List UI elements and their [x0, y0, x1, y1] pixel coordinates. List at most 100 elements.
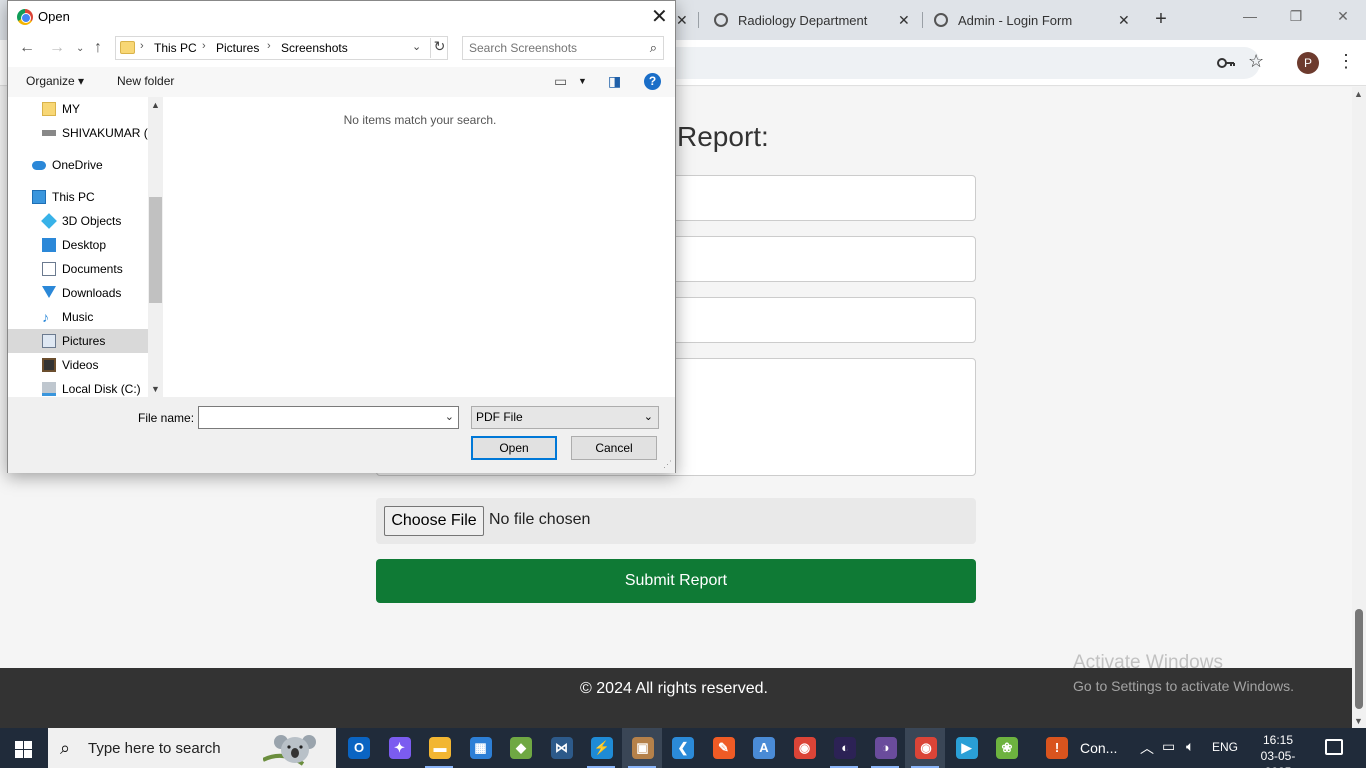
taskbar-app-mysql-workbench[interactable]: ⋈ — [541, 728, 581, 768]
tab-admin-login[interactable]: Admin - Login Form ✕ — [934, 0, 1134, 40]
chevron-right-icon[interactable]: › — [267, 40, 271, 52]
nav-item-this-pc[interactable]: This PC — [8, 185, 148, 209]
tab-radiology[interactable]: Radiology Department ✕ — [714, 0, 914, 40]
scroll-up-arrow-icon[interactable]: ▲ — [1354, 89, 1363, 99]
nav-item-music[interactable]: ♪ Music — [8, 305, 148, 329]
restore-button[interactable]: ❐ — [1286, 8, 1306, 30]
network-icon[interactable]: ▭ — [1162, 738, 1175, 755]
dialog-file-list[interactable]: No items match your search. — [165, 97, 675, 397]
nav-pane-scrollbar[interactable]: ▲ ▼ — [148, 97, 163, 397]
chevron-down-icon[interactable]: ⌄ — [445, 410, 454, 423]
file-type-select[interactable]: PDF File ⌄ — [471, 406, 659, 429]
nav-item-desktop[interactable]: Desktop — [8, 233, 148, 257]
taskbar-app-copilot[interactable]: ✦ — [379, 728, 419, 768]
nav-item-local-disk-c[interactable]: Local Disk (C:) — [8, 377, 148, 397]
chevron-down-icon[interactable]: ⌄ — [412, 40, 421, 53]
clock-time: 16:15 — [1262, 733, 1294, 747]
scroll-down-arrow-icon[interactable]: ▼ — [151, 384, 160, 394]
taskbar-app-spring[interactable]: ❀ — [986, 728, 1026, 768]
page-scrollbar[interactable]: ▲ ▼ — [1352, 87, 1366, 728]
start-button[interactable] — [0, 728, 48, 768]
close-icon[interactable]: ✕ — [1118, 12, 1130, 29]
nav-item-downloads[interactable]: Downloads — [8, 281, 148, 305]
taskbar-app-eclipse[interactable]: ◐ — [824, 728, 864, 768]
browser-menu-icon[interactable]: ⋮ — [1337, 50, 1355, 72]
file-name-field[interactable]: ⌄ — [198, 406, 459, 429]
cancel-button[interactable]: Cancel — [571, 436, 657, 460]
taskbar-app-eclipse-purple[interactable]: ◑ — [865, 728, 905, 768]
taskbar-app-android-studio[interactable]: A — [743, 728, 783, 768]
taskbar-app-git[interactable]: ◆ — [500, 728, 540, 768]
dialog-search-box[interactable]: ⌕ — [462, 36, 664, 60]
new-folder-button[interactable]: New folder — [117, 74, 174, 88]
taskbar-app-store[interactable]: ▦ — [460, 728, 500, 768]
open-button[interactable]: Open — [471, 436, 557, 460]
language-indicator[interactable]: ENG — [1212, 740, 1238, 754]
minimize-button[interactable]: — — [1240, 8, 1260, 30]
search-input[interactable] — [469, 40, 639, 56]
taskbar-app-chrome-profile[interactable]: ◉ — [905, 728, 945, 768]
close-icon[interactable]: ✕ — [676, 12, 688, 29]
close-icon[interactable]: ✕ — [898, 12, 910, 29]
taskbar-app-postman[interactable]: ✎ — [703, 728, 743, 768]
view-options-icon[interactable]: ▭ — [554, 73, 567, 90]
refresh-icon[interactable]: ↻ — [430, 38, 448, 58]
dialog-address-bar[interactable]: › This PC › Pictures › Screenshots ⌄ ↻ — [115, 36, 448, 60]
nav-item-shivakumar-h[interactable]: SHIVAKUMAR (H — [8, 121, 148, 145]
scroll-up-arrow-icon[interactable]: ▲ — [151, 100, 160, 110]
chevron-right-icon[interactable]: › — [202, 40, 206, 52]
clock-date: 03-05-2025 — [1260, 749, 1296, 768]
nav-item-3d-objects[interactable]: 3D Objects — [8, 209, 148, 233]
tab-title: Admin - Login Form — [958, 12, 1073, 28]
up-arrow-icon[interactable]: ↑ — [94, 39, 102, 57]
show-hidden-icons-chevron-icon[interactable]: ︿ — [1140, 738, 1154, 758]
taskbar-search[interactable]: ⌕ Type here to search — [48, 728, 336, 768]
taskbar-app-media-player[interactable]: ▶ — [946, 728, 986, 768]
nav-item-videos[interactable]: Videos — [8, 353, 148, 377]
file-name-input[interactable] — [202, 410, 432, 425]
preview-pane-icon[interactable]: ◨ — [608, 73, 621, 90]
breadcrumb-this-pc[interactable]: This PC — [154, 41, 197, 55]
password-key-icon[interactable] — [1216, 53, 1236, 73]
submit-report-button[interactable]: Submit Report — [376, 559, 976, 603]
store-icon: ▦ — [469, 737, 492, 759]
taskbar-running-app[interactable]: ! Con... — [1040, 728, 1120, 768]
taskbar-app-outlook[interactable]: O — [338, 728, 378, 768]
taskbar-app-package[interactable]: ▣ — [621, 728, 662, 768]
dialog-footer: File name: ⌄ PDF File ⌄ Open Cancel ⋰ — [8, 397, 675, 473]
scroll-down-arrow-icon[interactable]: ▼ — [1354, 716, 1363, 726]
scrollbar-thumb[interactable] — [149, 197, 162, 303]
breadcrumb-pictures[interactable]: Pictures — [216, 41, 259, 55]
nav-item-documents[interactable]: Documents — [8, 257, 148, 281]
nav-item-onedrive[interactable]: OneDrive — [8, 153, 148, 177]
nav-item-my[interactable]: MY — [8, 97, 148, 121]
close-icon[interactable]: ✕ — [651, 4, 668, 29]
system-clock[interactable]: 16:15 03-05-2025 — [1248, 732, 1308, 768]
activate-subtitle: Go to Settings to activate Windows. — [1073, 678, 1294, 694]
help-icon[interactable]: ? — [644, 73, 661, 90]
volume-muted-icon[interactable]: 🔈︎ — [1186, 738, 1194, 755]
resize-grip-icon[interactable]: ⋰ — [663, 459, 672, 470]
empty-results-message: No items match your search. — [343, 113, 497, 127]
taskbar-app-vscode[interactable]: ❮ — [662, 728, 702, 768]
forward-arrow-icon[interactable]: → — [49, 39, 65, 57]
recent-locations-chevron-icon[interactable]: ⌄ — [76, 43, 84, 54]
package-icon: ▣ — [631, 737, 654, 759]
scrollbar-thumb[interactable] — [1355, 609, 1363, 709]
profile-avatar[interactable]: P — [1297, 52, 1319, 74]
taskbar-app-bolt[interactable]: ⚡ — [581, 728, 621, 768]
chevron-right-icon[interactable]: › — [140, 40, 144, 52]
window-close-button[interactable]: ✕ — [1333, 8, 1353, 30]
address-bar[interactable] — [650, 47, 1260, 79]
choose-file-button[interactable]: Choose File — [384, 506, 484, 536]
nav-item-pictures[interactable]: Pictures — [8, 329, 148, 353]
back-arrow-icon[interactable]: ← — [19, 39, 35, 57]
bookmark-star-icon[interactable]: ☆ — [1248, 51, 1264, 72]
taskbar-app-file-explorer[interactable]: ▬ — [419, 728, 459, 768]
organize-button[interactable]: Organize ▾ — [26, 74, 84, 88]
new-tab-button[interactable]: + — [1150, 8, 1172, 30]
taskbar-app-chrome[interactable]: ◉ — [784, 728, 824, 768]
notification-center-icon[interactable] — [1325, 739, 1343, 755]
chevron-down-icon[interactable]: ▼ — [578, 76, 587, 86]
breadcrumb-screenshots[interactable]: Screenshots — [281, 41, 348, 55]
